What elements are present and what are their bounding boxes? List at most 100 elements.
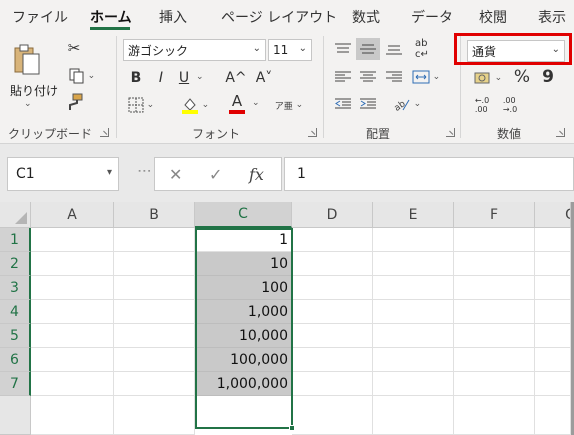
row-header-8[interactable] [0,396,31,435]
paste-label[interactable]: 貼り付け [10,82,58,99]
tab-review[interactable]: 校閲 [479,7,507,27]
grid-cell[interactable] [535,228,571,252]
formula-bar-splitter[interactable]: ⋮ [136,164,152,177]
grid-cell[interactable] [373,300,454,324]
orientation-icon[interactable]: ab ⌄ [390,94,424,114]
cut-icon[interactable]: ✂ [64,38,84,58]
row-header-3[interactable]: 3 [0,276,31,300]
fill-handle[interactable] [289,425,295,431]
grow-font-button[interactable]: A^ [225,68,246,88]
alignment-launcher-icon[interactable] [446,128,455,137]
comma-style-button[interactable]: 9 [540,66,556,88]
cancel-icon[interactable]: ✕ [169,165,182,184]
grid-cell[interactable] [454,348,535,372]
grid-cell[interactable] [292,372,373,396]
grid-cell[interactable] [114,228,195,252]
shrink-font-button[interactable]: A˅ [254,68,274,88]
grid-cell[interactable] [454,252,535,276]
align-center-icon[interactable] [358,68,378,86]
grid-cell[interactable] [292,300,373,324]
tab-formulas[interactable]: 数式 [352,7,380,27]
format-painter-icon[interactable] [64,92,84,112]
grid-cell[interactable] [31,348,114,372]
row-header-4[interactable]: 4 [0,300,31,324]
grid-cell[interactable] [454,300,535,324]
grid-cell[interactable] [454,324,535,348]
decrease-decimal-icon[interactable]: .00 →.0 [498,94,522,116]
grid-cell[interactable] [114,348,195,372]
paste-icon[interactable] [10,40,44,80]
grid-cell[interactable] [535,252,571,276]
grid-cell[interactable] [292,324,373,348]
underline-button[interactable]: U [176,68,192,88]
grid-cell[interactable] [373,396,454,435]
borders-icon[interactable]: ⌄ [126,94,156,116]
grid-cell[interactable] [454,372,535,396]
row-header-2[interactable]: 2 [0,252,31,276]
column-header-g[interactable]: G [535,202,571,228]
grid-cell[interactable] [31,372,114,396]
grid-cell[interactable] [454,228,535,252]
select-all-button[interactable] [0,202,31,228]
grid-cell[interactable] [535,396,571,435]
font-name-select[interactable]: 游ゴシック ⌄ [123,39,266,61]
grid-cell[interactable] [114,276,195,300]
grid-cell[interactable] [535,372,571,396]
grid-cell[interactable] [373,228,454,252]
insert-function-icon[interactable]: fx [249,165,264,184]
grid-cell[interactable] [114,396,195,435]
grid-cell[interactable] [292,276,373,300]
grid-cell[interactable] [114,300,195,324]
grid-cell[interactable] [373,276,454,300]
align-left-icon[interactable] [333,68,353,86]
align-right-icon[interactable] [384,68,404,86]
grid-cell[interactable] [454,396,535,435]
number-launcher-icon[interactable] [556,128,565,137]
tab-home[interactable]: ホーム [90,7,132,27]
tab-file[interactable]: ファイル [12,7,68,27]
cell-c6[interactable]: 100,000 [196,348,291,372]
grid-cell[interactable] [114,372,195,396]
font-launcher-icon[interactable] [308,128,317,137]
tab-view[interactable]: 表示 [538,7,566,27]
percent-style-button[interactable]: % [512,66,532,88]
name-box[interactable]: C1 ▾ [7,157,119,191]
underline-dropdown-icon[interactable]: ⌄ [196,72,204,82]
column-header-a[interactable]: A [31,202,114,228]
cell-c7[interactable]: 1,000,000 [196,372,291,396]
grid-cell[interactable] [373,348,454,372]
grid-cell[interactable] [535,348,571,372]
align-top-icon[interactable] [333,40,353,58]
fill-color-icon[interactable]: ⌄ [178,94,212,116]
column-header-c[interactable]: C [195,202,292,228]
grid-cell[interactable] [114,324,195,348]
column-header-e[interactable]: E [373,202,454,228]
grid-cell[interactable] [292,228,373,252]
cell-c5[interactable]: 10,000 [196,324,291,348]
font-color-button[interactable]: A [220,92,254,116]
wrap-text-icon[interactable]: ab c↵ [412,38,432,60]
enter-icon[interactable]: ✓ [209,165,222,184]
font-color-dropdown-icon[interactable]: ⌄ [252,98,260,108]
accounting-format-icon[interactable]: ⌄ [470,68,506,88]
grid-cell[interactable] [292,348,373,372]
grid-cell[interactable] [31,228,114,252]
formula-input[interactable]: 1 [284,157,574,191]
column-header-f[interactable]: F [454,202,535,228]
grid-cell[interactable] [535,300,571,324]
grid-cell[interactable] [373,372,454,396]
row-header-5[interactable]: 5 [0,324,31,348]
increase-indent-icon[interactable] [358,94,378,114]
column-header-b[interactable]: B [114,202,195,228]
grid-cell[interactable] [373,252,454,276]
tab-data[interactable]: データ [411,7,453,27]
grid-cell[interactable] [31,252,114,276]
increase-decimal-icon[interactable]: ←.0.00 [470,94,494,116]
tab-insert[interactable]: 挿入 [159,7,187,27]
align-bottom-icon[interactable] [384,40,404,58]
cell-c2[interactable]: 10 [196,252,291,276]
decrease-indent-icon[interactable] [333,94,353,114]
cell-c3[interactable]: 100 [196,276,291,300]
grid-cell[interactable] [292,252,373,276]
paste-dropdown-icon[interactable]: ⌄ [24,99,32,109]
